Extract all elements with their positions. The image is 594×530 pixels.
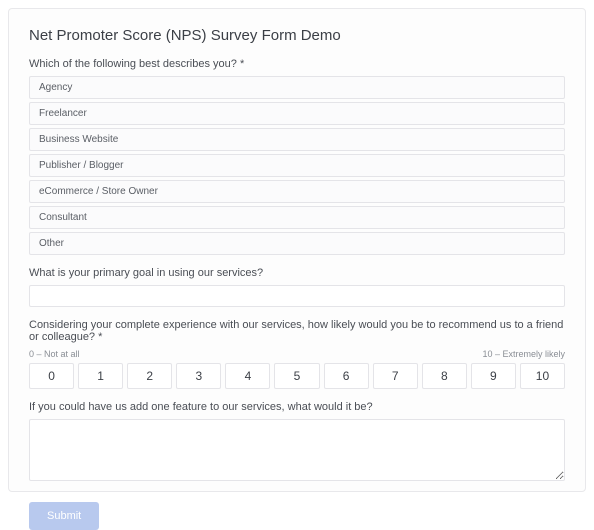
scale-2[interactable]: 2 — [127, 363, 172, 389]
option-consultant[interactable]: Consultant — [29, 206, 565, 229]
scale-10[interactable]: 10 — [520, 363, 565, 389]
option-agency[interactable]: Agency — [29, 76, 565, 99]
scale-7[interactable]: 7 — [373, 363, 418, 389]
scale-9[interactable]: 9 — [471, 363, 516, 389]
question-4-label: If you could have us add one feature to … — [29, 401, 565, 413]
scale-1[interactable]: 1 — [78, 363, 123, 389]
scale-anchor-high: 10 – Extremely likely — [482, 349, 565, 359]
primary-goal-input[interactable] — [29, 285, 565, 307]
option-publisher-blogger[interactable]: Publisher / Blogger — [29, 154, 565, 177]
option-business-website[interactable]: Business Website — [29, 128, 565, 151]
submit-button[interactable]: Submit — [29, 502, 99, 530]
scale-8[interactable]: 8 — [422, 363, 467, 389]
scale-5[interactable]: 5 — [274, 363, 319, 389]
form-card: Net Promoter Score (NPS) Survey Form Dem… — [8, 8, 586, 492]
scale-6[interactable]: 6 — [324, 363, 369, 389]
feature-request-textarea[interactable] — [29, 419, 565, 481]
question-3-label: Considering your complete experience wit… — [29, 319, 565, 343]
nps-scale: 0 1 2 3 4 5 6 7 8 9 10 — [29, 363, 565, 389]
page-title: Net Promoter Score (NPS) Survey Form Dem… — [29, 27, 565, 44]
option-freelancer[interactable]: Freelancer — [29, 102, 565, 125]
question-1-options: Agency Freelancer Business Website Publi… — [29, 76, 565, 255]
scale-anchors: 0 – Not at all 10 – Extremely likely — [29, 349, 565, 359]
scale-4[interactable]: 4 — [225, 363, 270, 389]
option-ecommerce-store-owner[interactable]: eCommerce / Store Owner — [29, 180, 565, 203]
option-other[interactable]: Other — [29, 232, 565, 255]
question-1-label: Which of the following best describes yo… — [29, 58, 565, 70]
scale-3[interactable]: 3 — [176, 363, 221, 389]
scale-0[interactable]: 0 — [29, 363, 74, 389]
scale-anchor-low: 0 – Not at all — [29, 349, 80, 359]
question-2-label: What is your primary goal in using our s… — [29, 267, 565, 279]
